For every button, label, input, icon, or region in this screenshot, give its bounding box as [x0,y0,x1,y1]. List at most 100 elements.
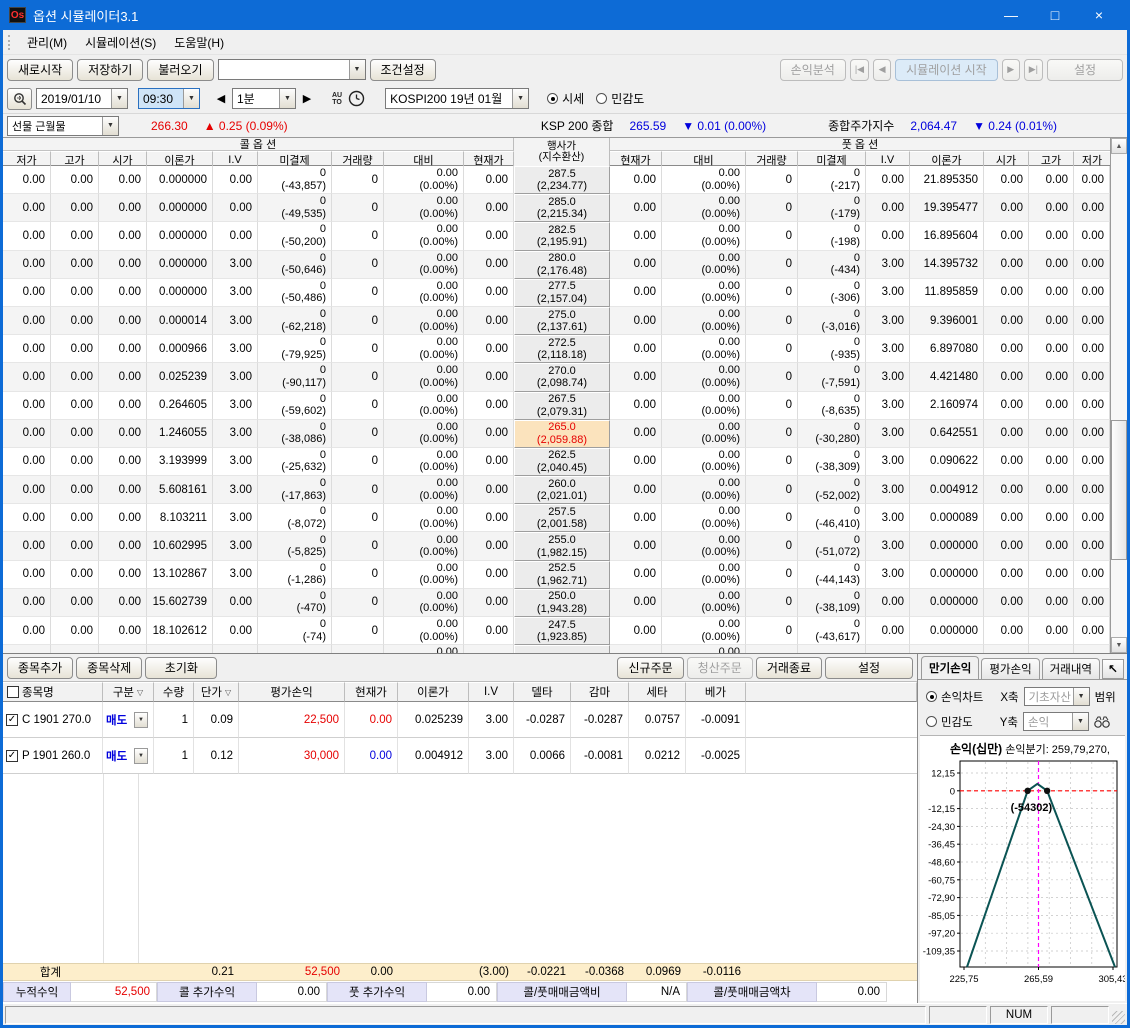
col-header-gamma[interactable]: 감마 [571,682,629,702]
call-price-cell[interactable]: 0.00 [464,222,514,250]
option-row[interactable]: 0.000.000.001.2460553.000(-38,086)00.00(… [3,420,1110,448]
call-theo-cell[interactable]: 5.608161 [147,476,213,504]
put-high-cell[interactable]: 0.00 [1029,166,1074,194]
option-row[interactable]: 0.000.000.000.0000000.000(-49,535)00.00(… [3,194,1110,222]
call-change-cell[interactable]: 0.00(0.00%) [384,307,464,335]
price-radio[interactable]: 시세 [547,90,584,107]
call-iv-cell[interactable]: 3.00 [213,335,258,363]
call-high-cell[interactable]: 0.00 [51,448,99,476]
put-low-cell[interactable]: 0.00 [1074,251,1110,279]
call-open-cell[interactable]: 0.00 [99,645,147,653]
strike-cell[interactable]: 287.5(2,234.77) [514,166,610,194]
put-change-cell[interactable]: 0.00(0.00%) [662,589,746,617]
put-iv-cell[interactable]: 0.00 [866,589,910,617]
put-open-cell[interactable]: 0.00 [984,420,1029,448]
put-oi-cell[interactable]: 0(-30,280) [798,420,866,448]
call-change-cell[interactable]: 0.00(0.00%) [384,504,464,532]
menu-manage[interactable]: 관리(M) [18,31,76,54]
put-open-cell[interactable]: 0.00 [984,166,1029,194]
put-price-cell[interactable]: 0.00 [610,363,662,391]
delta-cell[interactable]: 0.0066 [514,738,571,774]
strike-cell[interactable]: 255.0(1,982.15) [514,532,610,560]
put-volume-cell[interactable]: 0 [746,420,798,448]
put-oi-cell[interactable]: 0(-7,591) [798,363,866,391]
instrument-combo[interactable]: 선물 근월물 [7,116,119,136]
chevron-down-icon[interactable] [134,748,148,764]
call-low-cell[interactable]: 0.00 [3,363,51,391]
put-high-cell[interactable]: 0.00 [1029,392,1074,420]
put-high-cell[interactable]: 0.00 [1029,279,1074,307]
put-open-cell[interactable]: 0.00 [984,448,1029,476]
call-volume-cell[interactable]: 0 [332,166,384,194]
greek-radio[interactable]: 민감도 [596,90,644,107]
call-high-cell[interactable]: 0.00 [51,194,99,222]
col-header-qty[interactable]: 수량 [154,682,194,702]
call-price-cell[interactable]: 0.00 [464,279,514,307]
call-theo-cell[interactable]: 1.246055 [147,420,213,448]
scroll-down-icon[interactable]: ▼ [1111,637,1127,653]
put-change-cell[interactable]: 0.00(0.00%) [662,222,746,250]
call-low-cell[interactable]: 0.00 [3,476,51,504]
call-oi-cell[interactable]: 0(-5,825) [258,532,332,560]
call-iv-cell[interactable]: 0.00 [213,194,258,222]
put-open-cell[interactable]: 0.00 [984,251,1029,279]
put-price-cell[interactable]: 0.00 [610,392,662,420]
call-oi-cell[interactable]: 0(-43,857) [258,166,332,194]
call-change-cell[interactable]: 0.00(0.00%) [384,166,464,194]
call-volume-cell[interactable]: 0 [332,532,384,560]
call-high-cell[interactable]: 0.00 [51,335,99,363]
call-oi-cell[interactable]: 0(-8,072) [258,504,332,532]
menu-help[interactable]: 도움말(H) [165,31,233,54]
put-open-cell[interactable]: 0.00 [984,589,1029,617]
put-high-cell[interactable]: 0.00 [1029,645,1074,653]
put-low-cell[interactable]: 0.00 [1074,335,1110,363]
call-oi-cell[interactable]: 0(-90,117) [258,363,332,391]
strike-cell[interactable]: 277.5(2,157.04) [514,279,610,307]
put-high-cell[interactable]: 0.00 [1029,448,1074,476]
put-low-cell[interactable]: 0.00 [1074,448,1110,476]
call-volume-cell[interactable]: 0 [332,307,384,335]
put-price-cell[interactable]: 0.00 [610,448,662,476]
put-oi-cell[interactable]: 0(-38,109) [798,589,866,617]
call-price-cell[interactable]: 0.00 [464,335,514,363]
call-oi-cell[interactable]: 0(-79,925) [258,335,332,363]
put-theo-cell[interactable]: 9.396001 [910,307,984,335]
call-iv-cell[interactable]: 3.00 [213,251,258,279]
put-price-cell[interactable]: 0.00 [610,617,662,645]
step-back-button[interactable]: ◀ [214,92,228,105]
put-change-cell[interactable]: 0.00(0.00%) [662,561,746,589]
put-theo-cell[interactable]: 0.004912 [910,476,984,504]
price-cell[interactable]: 0.09 [194,702,239,738]
put-change-cell[interactable]: 0.00(0.00%) [662,504,746,532]
put-volume-cell[interactable]: 0 [746,589,798,617]
call-volume-cell[interactable]: 0 [332,194,384,222]
call-iv-cell[interactable]: 3.00 [213,392,258,420]
put-high-cell[interactable]: 0.00 [1029,420,1074,448]
call-iv-cell[interactable]: 3.00 [213,420,258,448]
col-header-name[interactable]: 종목명 [3,682,103,702]
call-low-cell[interactable]: 0.00 [3,589,51,617]
call-iv-cell[interactable]: 3.00 [213,448,258,476]
call-change-cell[interactable]: 0.00(0.00%) [384,335,464,363]
put-price-cell[interactable]: 0.00 [610,222,662,250]
put-low-cell[interactable]: 0.00 [1074,363,1110,391]
sort-icon[interactable]: ▽ [225,688,231,697]
call-iv-cell[interactable]: 3.00 [213,476,258,504]
position-row[interactable]: ✓C 1901 270.0매도10.0922,5000.000.0252393.… [3,702,917,738]
interval-combo[interactable]: 1분 [232,88,296,109]
put-high-cell[interactable]: 0.00 [1029,617,1074,645]
put-change-cell[interactable]: 0.00(0.00%) [662,617,746,645]
put-change-cell[interactable]: 0.00(0.00%) [662,420,746,448]
put-open-cell[interactable]: 0.00 [984,645,1029,653]
price-cell[interactable]: 0.12 [194,738,239,774]
put-iv-cell[interactable]: 3.00 [866,251,910,279]
iv-cell[interactable]: 3.00 [469,702,514,738]
strike-cell[interactable]: 260.0(2,021.01) [514,476,610,504]
call-oi-cell[interactable]: 0(-50,646) [258,251,332,279]
call-volume-cell[interactable]: 0 [332,645,384,653]
put-change-cell[interactable]: 0.00(0.00%) [662,166,746,194]
scrollbar-track[interactable] [1111,154,1127,637]
call-open-cell[interactable]: 0.00 [99,392,147,420]
put-high-cell[interactable]: 0.00 [1029,194,1074,222]
call-low-cell[interactable]: 0.00 [3,222,51,250]
